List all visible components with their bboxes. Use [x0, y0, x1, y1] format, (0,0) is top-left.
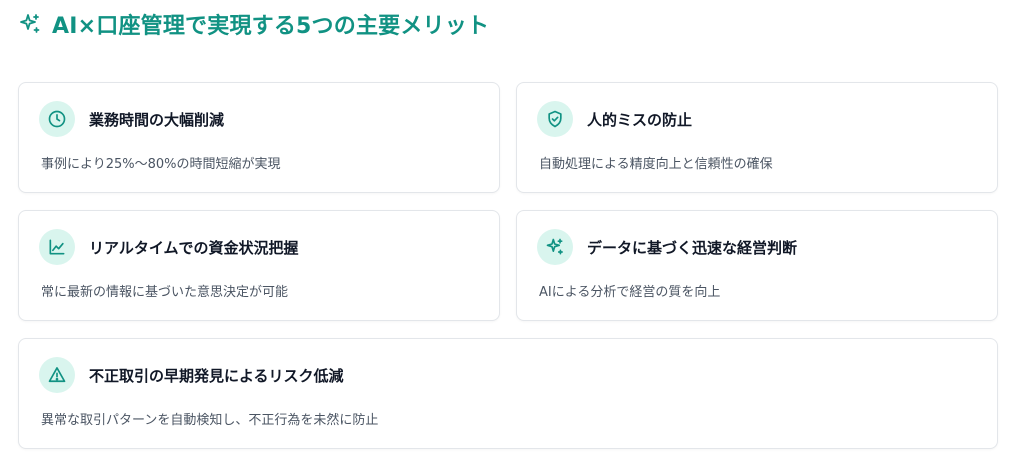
- sparkle-icon: [537, 229, 573, 265]
- benefit-card-fraud-detection: 不正取引の早期発見によるリスク低減 異常な取引パターンを自動検知し、不正行為を未…: [18, 338, 998, 449]
- card-description: 事例により25%～80%の時間短縮が実現: [41, 157, 281, 172]
- card-title: データに基づく迅速な経営判断: [587, 238, 798, 257]
- clock-icon: [39, 101, 75, 137]
- card-title: 不正取引の早期発見によるリスク低減: [89, 366, 344, 385]
- benefits-page: AI×口座管理で実現する5つの主要メリット 業務時間の大幅削減 事例により25%…: [0, 0, 1024, 464]
- sparkle-icon: [18, 12, 42, 36]
- card-title: 人的ミスの防止: [587, 110, 693, 129]
- warning-triangle-icon: [39, 357, 75, 393]
- card-header: 不正取引の早期発見によるリスク低減: [39, 357, 344, 393]
- benefit-card-realtime-funds: リアルタイムでの資金状況把握 常に最新の情報に基づいた意思決定が可能: [18, 210, 500, 321]
- card-description: 異常な取引パターンを自動検知し、不正行為を未然に防止: [41, 413, 379, 428]
- page-title: AI×口座管理で実現する5つの主要メリット: [52, 14, 490, 39]
- card-description: 自動処理による精度向上と信頼性の確保: [539, 157, 773, 172]
- benefit-card-error-prevention: 人的ミスの防止 自動処理による精度向上と信頼性の確保: [516, 82, 998, 193]
- benefit-card-data-driven-decisions: データに基づく迅速な経営判断 AIによる分析で経営の質を向上: [516, 210, 998, 321]
- card-header: リアルタイムでの資金状況把握: [39, 229, 299, 265]
- card-description: AIによる分析で経営の質を向上: [539, 285, 721, 300]
- card-title: 業務時間の大幅削減: [89, 110, 225, 129]
- card-title: リアルタイムでの資金状況把握: [89, 238, 299, 257]
- benefit-card-time-reduction: 業務時間の大幅削減 事例により25%～80%の時間短縮が実現: [18, 82, 500, 193]
- card-description: 常に最新の情報に基づいた意思決定が可能: [41, 285, 289, 300]
- shield-check-icon: [537, 101, 573, 137]
- card-header: データに基づく迅速な経営判断: [537, 229, 797, 265]
- card-header: 人的ミスの防止: [537, 101, 692, 137]
- section-heading: AI×口座管理で実現する5つの主要メリット: [18, 6, 489, 42]
- card-header: 業務時間の大幅削減: [39, 101, 224, 137]
- line-chart-icon: [39, 229, 75, 265]
